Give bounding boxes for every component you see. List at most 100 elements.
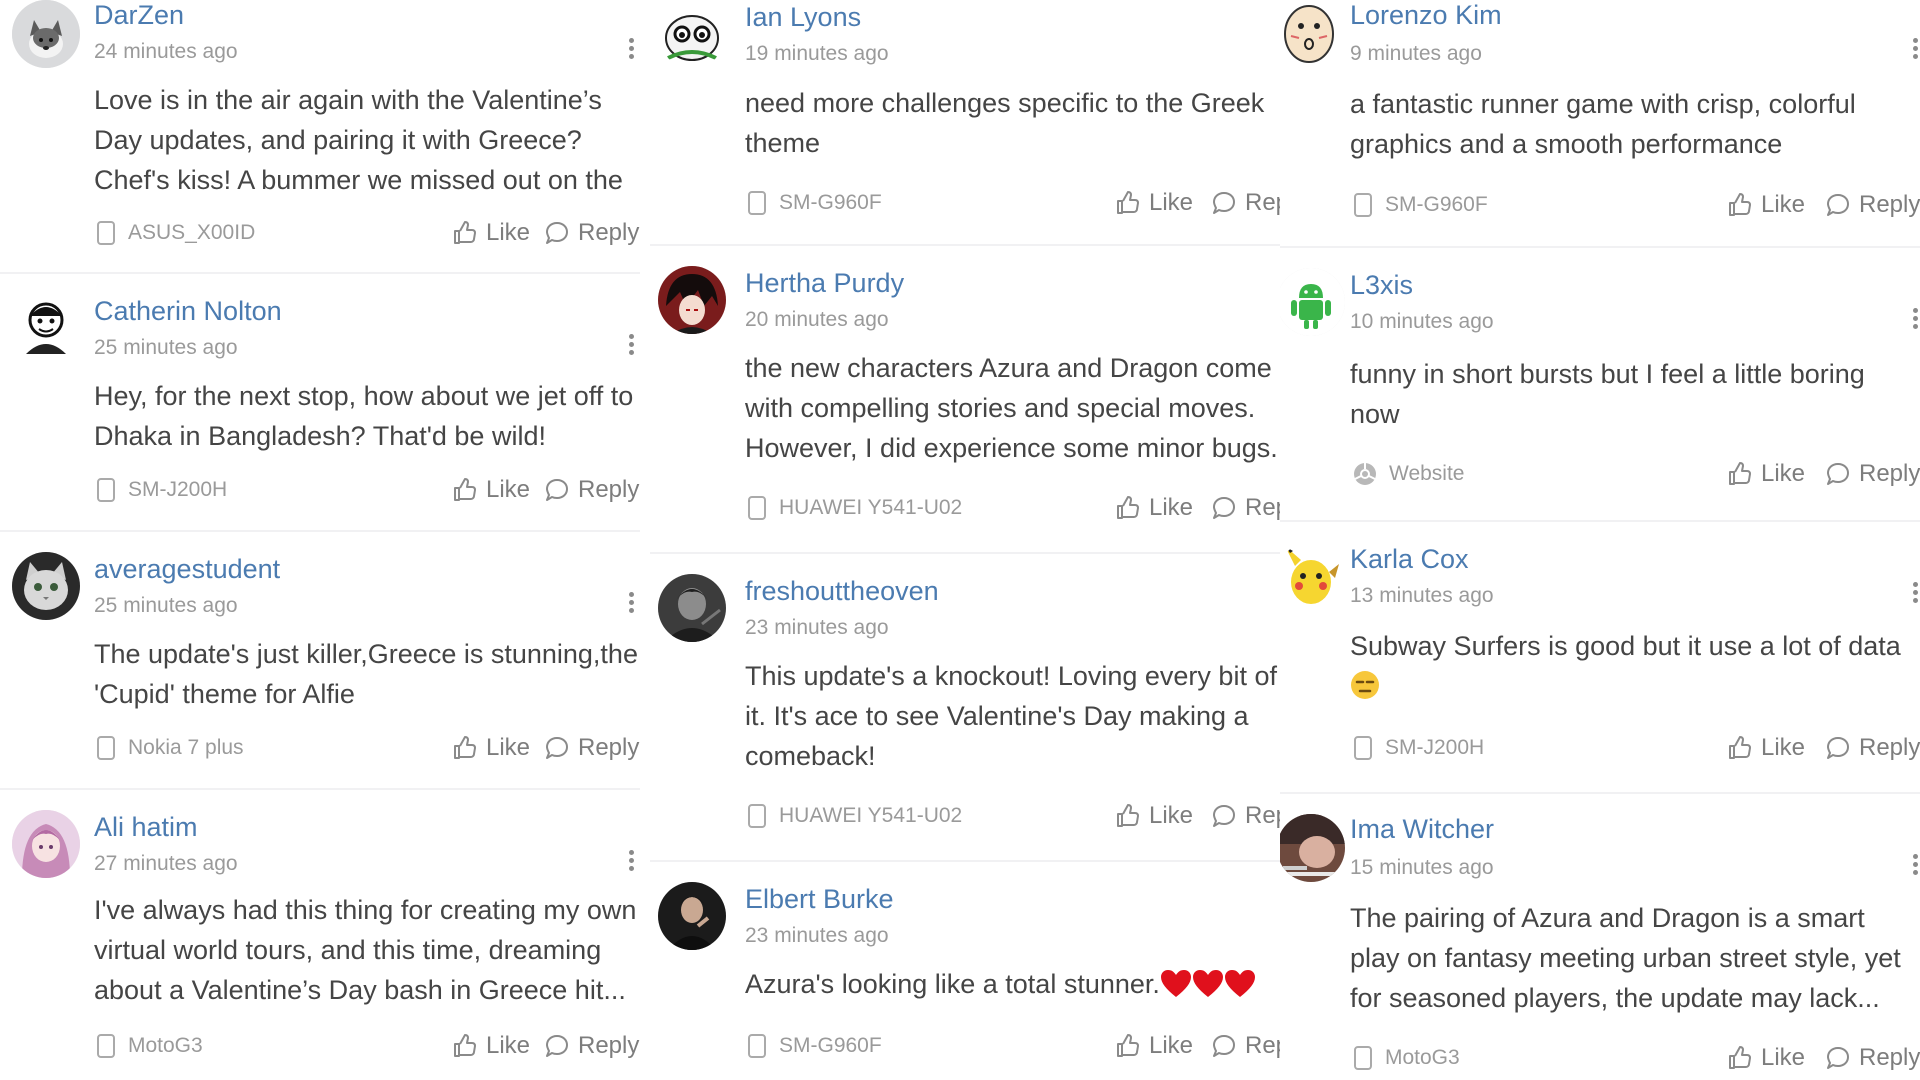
android-avatar[interactable] bbox=[1280, 268, 1345, 336]
more-options-icon[interactable] bbox=[1910, 38, 1920, 64]
more-options-icon[interactable] bbox=[1910, 854, 1920, 880]
phone-icon bbox=[1354, 1046, 1372, 1070]
reply-button[interactable]: Reply bbox=[1211, 493, 1280, 523]
reply-button[interactable]: Reply bbox=[1825, 190, 1920, 220]
more-options-icon[interactable] bbox=[1910, 582, 1920, 608]
reply-button[interactable]: Reply bbox=[1825, 733, 1920, 763]
reply-label: Reply bbox=[578, 734, 640, 761]
comment-text-content: Azura's looking like a total stunner. bbox=[745, 969, 1160, 999]
comment-card: averagestudent 25 minutes ago The update… bbox=[0, 532, 640, 788]
speech-bubble-icon bbox=[1827, 194, 1849, 216]
comment-text: Hey, for the next stop, how about we jet… bbox=[94, 381, 634, 451]
anime-boy-avatar[interactable] bbox=[658, 266, 726, 334]
like-button[interactable]: Like bbox=[1115, 493, 1193, 523]
timestamp: 19 minutes ago bbox=[745, 42, 889, 65]
username[interactable]: L3xis bbox=[1350, 270, 1413, 301]
device-tag: MotoG3 bbox=[1353, 1044, 1460, 1072]
cartoon-avatar[interactable] bbox=[12, 294, 80, 362]
like-button[interactable]: Like bbox=[1115, 188, 1193, 218]
speech-bubble-icon bbox=[1213, 192, 1235, 214]
timestamp: 15 minutes ago bbox=[1350, 856, 1494, 879]
comment-card: Lorenzo Kim 9 minutes ago a fantastic ru… bbox=[1280, 0, 1920, 246]
anime-girl-avatar[interactable] bbox=[12, 810, 80, 878]
device-name: SM-J200H bbox=[128, 478, 228, 501]
reply-button[interactable]: Reply bbox=[544, 475, 639, 505]
reply-button[interactable]: Reply bbox=[1825, 1043, 1920, 1073]
dark-photo-avatar[interactable] bbox=[658, 574, 726, 642]
comment-text: need more challenges specific to the Gre… bbox=[745, 88, 1265, 158]
reply-label: Reply bbox=[578, 476, 640, 503]
portrait-avatar[interactable] bbox=[658, 882, 726, 950]
meme-avatar[interactable] bbox=[658, 0, 726, 68]
comment-card: Karla Cox 13 minutes ago Subway Surfers … bbox=[1280, 522, 1920, 792]
like-button[interactable]: Like bbox=[1727, 1043, 1805, 1073]
device-tag: Website bbox=[1353, 460, 1464, 488]
username[interactable]: Ima Witcher bbox=[1350, 814, 1494, 845]
comment-column-1: DarZen 24 minutes ago Love is in the air… bbox=[0, 0, 640, 1080]
like-button[interactable]: Like bbox=[452, 475, 530, 505]
like-label: Like bbox=[1149, 1032, 1194, 1059]
more-options-icon[interactable] bbox=[626, 334, 636, 360]
like-label: Like bbox=[1761, 460, 1806, 487]
device-tag: ASUS_X00ID bbox=[96, 219, 255, 247]
speech-bubble-icon bbox=[546, 222, 568, 244]
reply-button[interactable]: Reply bbox=[544, 1031, 639, 1061]
timestamp: 20 minutes ago bbox=[745, 308, 889, 331]
reply-label: Reply bbox=[1859, 191, 1920, 218]
username[interactable]: freshouttheoven bbox=[745, 576, 939, 607]
more-options-icon[interactable] bbox=[1910, 308, 1920, 334]
reply-button[interactable]: Reply bbox=[544, 733, 639, 763]
reply-label: Reply bbox=[1245, 494, 1280, 521]
photo-avatar[interactable] bbox=[1280, 814, 1345, 882]
sketch-face-avatar[interactable] bbox=[1280, 0, 1345, 68]
reply-button[interactable]: Reply bbox=[544, 218, 639, 248]
reply-label: Reply bbox=[1245, 189, 1280, 216]
expressionless-face-icon bbox=[1351, 671, 1379, 699]
reply-button[interactable]: Reply bbox=[1211, 1031, 1280, 1061]
like-label: Like bbox=[486, 734, 531, 761]
username[interactable]: Ali hatim bbox=[94, 812, 198, 843]
thumbs-up-icon bbox=[1117, 1034, 1139, 1057]
reply-button[interactable]: Reply bbox=[1211, 188, 1280, 218]
username[interactable]: Lorenzo Kim bbox=[1350, 0, 1502, 31]
more-options-icon[interactable] bbox=[626, 850, 636, 876]
husky-avatar[interactable] bbox=[12, 0, 80, 68]
device-tag: SM-J200H bbox=[96, 476, 227, 504]
device-name: SM-G960F bbox=[779, 1034, 882, 1057]
cat-avatar[interactable] bbox=[12, 552, 80, 620]
username[interactable]: Ian Lyons bbox=[745, 2, 861, 33]
username[interactable]: Karla Cox bbox=[1350, 544, 1469, 575]
heart-emoji-icon bbox=[1160, 970, 1191, 997]
heart-emoji-icon bbox=[1192, 970, 1223, 997]
thumbs-up-icon bbox=[454, 736, 476, 759]
comment-text: Azura's looking like a total stunner. bbox=[745, 964, 1280, 1004]
thumbs-up-icon bbox=[1729, 736, 1751, 759]
like-button[interactable]: Like bbox=[1727, 190, 1805, 220]
device-tag: HUAWEI Y541-U02 bbox=[747, 802, 962, 830]
more-options-icon[interactable] bbox=[626, 592, 636, 618]
reply-button[interactable]: Reply bbox=[1211, 801, 1280, 831]
pikachu-avatar[interactable] bbox=[1280, 542, 1345, 610]
username[interactable]: Hertha Purdy bbox=[745, 268, 904, 299]
like-button[interactable]: Like bbox=[1727, 459, 1805, 489]
more-options-icon[interactable] bbox=[626, 38, 636, 64]
like-button[interactable]: Like bbox=[1115, 801, 1193, 831]
globe-icon bbox=[1354, 463, 1376, 485]
device-tag: Nokia 7 plus bbox=[96, 734, 244, 762]
like-label: Like bbox=[486, 476, 531, 503]
username[interactable]: DarZen bbox=[94, 0, 184, 31]
like-button[interactable]: Like bbox=[452, 1031, 530, 1061]
username[interactable]: averagestudent bbox=[94, 554, 280, 585]
comment-text: I've always had this thing for creating … bbox=[94, 895, 637, 1005]
comment-text-content: Subway Surfers is good but it use a lot … bbox=[1350, 631, 1901, 661]
like-button[interactable]: Like bbox=[1115, 1031, 1193, 1061]
reply-button[interactable]: Reply bbox=[1825, 459, 1920, 489]
username[interactable]: Elbert Burke bbox=[745, 884, 894, 915]
username[interactable]: Catherin Nolton bbox=[94, 296, 282, 327]
thumbs-up-icon bbox=[1729, 462, 1751, 485]
like-label: Like bbox=[1761, 191, 1806, 218]
like-button[interactable]: Like bbox=[452, 733, 530, 763]
device-tag: SM-G960F bbox=[1353, 191, 1488, 219]
like-button[interactable]: Like bbox=[452, 218, 530, 248]
like-button[interactable]: Like bbox=[1727, 733, 1805, 763]
